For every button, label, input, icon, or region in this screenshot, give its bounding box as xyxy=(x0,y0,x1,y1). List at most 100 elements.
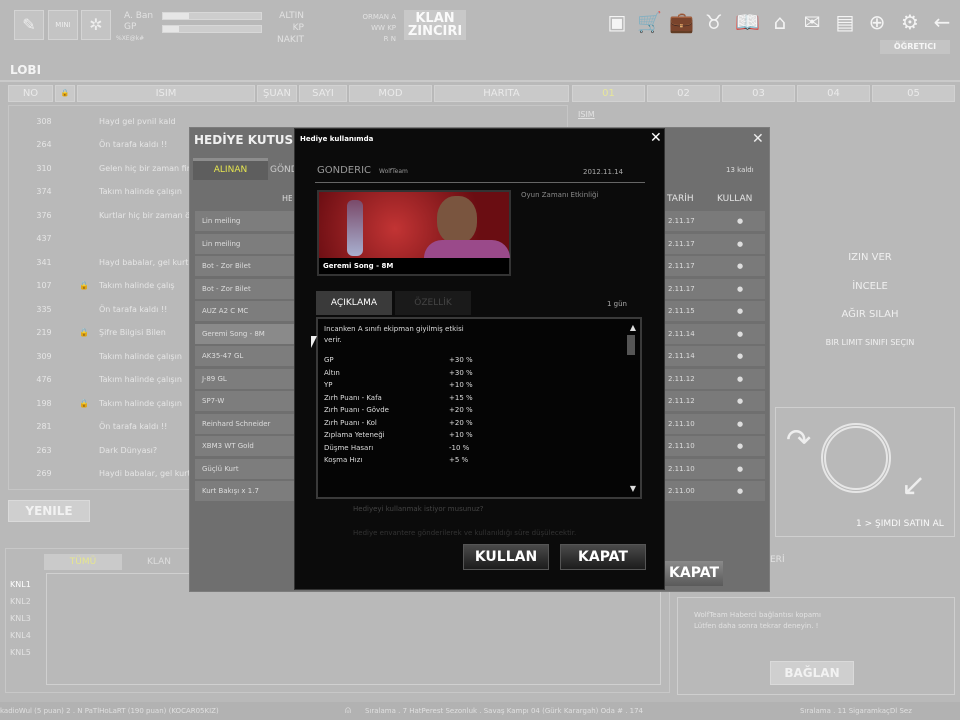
mini-icon[interactable]: MINI xyxy=(48,10,78,40)
scroll-down-icon[interactable]: ▼ xyxy=(630,484,636,493)
clan-icon[interactable]: ⌂ xyxy=(768,10,792,34)
channel-4[interactable]: KNL4 xyxy=(10,627,31,644)
gift-count: 13 kaldı xyxy=(726,166,754,174)
use-gift-button[interactable]: ● xyxy=(715,369,765,389)
book-icon[interactable]: 📖 xyxy=(735,10,760,34)
room-number: 335 xyxy=(36,304,52,314)
use-gift-button[interactable]: ● xyxy=(715,234,765,254)
refresh-button[interactable]: YENILE xyxy=(8,500,90,522)
use-gift-button[interactable]: ● xyxy=(715,346,765,366)
wolf-icon[interactable]: ♉ xyxy=(702,10,726,34)
channel-tab-04[interactable]: 04 xyxy=(797,85,870,102)
col-lock[interactable]: 🔒 xyxy=(55,85,75,102)
gift-row[interactable]: SP7-W xyxy=(195,391,295,411)
scrollbar-thumb[interactable] xyxy=(627,335,635,355)
globe-search-icon[interactable]: ⊕ xyxy=(865,10,889,34)
mail-icon[interactable]: ✉ xyxy=(800,10,824,34)
profile-folder-icon[interactable]: ▤ xyxy=(833,10,857,34)
room-name: Hayd babalar, gel kurt xyxy=(99,257,189,267)
item-name: Geremi Song - 8M xyxy=(319,258,509,274)
use-gift-button[interactable]: ● xyxy=(715,256,765,276)
gift-row[interactable]: AK35-47 GL xyxy=(195,346,295,366)
channel-tab-03[interactable]: 03 xyxy=(722,85,795,102)
stat-value: +5 % xyxy=(449,456,469,464)
channel-1[interactable]: KNL1 xyxy=(10,576,31,593)
gift-row[interactable]: Reinhard Schneider xyxy=(195,413,295,434)
room-name: Şifre Bilgisi Bilen xyxy=(99,328,166,337)
dialog-close-icon[interactable]: ✕ xyxy=(650,130,662,146)
close-button[interactable]: KAPAT xyxy=(560,544,646,570)
allow-button[interactable]: IZIN VER xyxy=(800,252,940,263)
mini-label: ORMAN xyxy=(362,13,389,21)
cart-icon[interactable]: 🛒 xyxy=(637,10,662,34)
channel-5[interactable]: KNL5 xyxy=(10,644,31,661)
back-arrow-icon[interactable]: ← xyxy=(930,10,954,34)
heavy-weapon-button[interactable]: AĞIR SILAH xyxy=(800,309,940,320)
use-gift-button[interactable]: ● xyxy=(715,481,765,501)
gift-row[interactable]: Lin meiling xyxy=(195,233,295,254)
col-mode[interactable]: MOD xyxy=(349,85,432,102)
tab-received[interactable]: ALINAN xyxy=(193,158,268,180)
col-map[interactable]: HARITA xyxy=(434,85,569,102)
level-label: A. Ban xyxy=(124,11,154,21)
description-box[interactable]: Incanken A sınıfı ekipman giyilmiş etkis… xyxy=(316,317,642,499)
gift-row[interactable]: AUZ A2 C MC xyxy=(195,301,295,321)
use-gift-button[interactable]: ● xyxy=(715,414,765,434)
room-number: 107 xyxy=(36,281,52,290)
use-gift-button[interactable]: ● xyxy=(715,211,765,231)
use-gift-button[interactable]: ● xyxy=(715,459,765,479)
tutorial-button[interactable]: ÖĞRETICI xyxy=(880,40,950,54)
promo-banner[interactable]: ↷ ↙ 1 > ŞIMDI SATIN AL xyxy=(775,407,955,537)
col-current[interactable]: ŞUAN xyxy=(257,85,297,102)
scroll-up-icon[interactable]: ▲ xyxy=(630,323,636,332)
chat-tab-all[interactable]: TÜMÜ xyxy=(44,554,122,570)
use-gift-button[interactable]: ● xyxy=(715,391,765,411)
character-figure xyxy=(347,200,363,256)
col-count[interactable]: SAYI xyxy=(299,85,347,102)
channel-3[interactable]: KNL3 xyxy=(10,610,31,627)
use-gift-button[interactable]: ● xyxy=(715,324,765,344)
gallery-icon[interactable]: ▣ xyxy=(605,10,629,34)
chat-tab-clan[interactable]: KLAN xyxy=(124,554,194,570)
class-limit-button[interactable]: BIR LIMIT SINIFI SEÇIN xyxy=(800,338,940,347)
tab-description[interactable]: AÇIKLAMA xyxy=(316,291,392,315)
gift-box-title: HEDİYE KUTUSU xyxy=(194,133,303,147)
event-label: Oyun Zamanı Etkinliği xyxy=(521,191,599,199)
channel-tab-05[interactable]: 05 xyxy=(872,85,955,102)
connect-button[interactable]: BAĞLAN xyxy=(770,661,854,685)
col-no[interactable]: NO xyxy=(8,85,53,102)
gift-row[interactable]: Bot - Zor Bilet xyxy=(195,278,295,299)
use-gift-button[interactable]: ● xyxy=(715,279,765,299)
tab-properties[interactable]: ÖZELLİK xyxy=(395,291,471,315)
use-gift-button[interactable]: ● xyxy=(715,301,765,321)
gift-row[interactable]: XBM3 WT Gold xyxy=(195,436,295,456)
gift-row[interactable]: Güçlü Kurt xyxy=(195,458,295,479)
channel-2[interactable]: KNL2 xyxy=(10,593,31,610)
stat-row: Zırh Puanı - Kol +20 % xyxy=(324,417,634,430)
gear-icon[interactable]: ⚙ xyxy=(898,10,922,34)
gift-row[interactable]: Kurt Bakışı x 1.7 xyxy=(195,481,295,501)
gift-use-dialog: Hediye kullanımda ✕ GONDERIC WolfTeam 20… xyxy=(294,128,665,590)
tab-sent[interactable]: GÖNDERİLEN xyxy=(270,161,295,180)
arrow-icon: ↙ xyxy=(901,468,927,503)
col-name[interactable]: ISIM xyxy=(77,85,255,102)
edit-icon[interactable]: ✎ xyxy=(14,10,44,40)
stat-value: +10 % xyxy=(449,381,473,389)
gift-row-date-use: 2.11.15 ● xyxy=(665,301,765,321)
gift-row[interactable]: Geremi Song - 8M xyxy=(195,323,295,344)
use-button[interactable]: KULLAN xyxy=(463,544,549,570)
gift-box-close-button[interactable]: KAPAT xyxy=(660,561,723,586)
settings-snowflake-icon[interactable]: ✲ xyxy=(81,10,111,40)
stat-value: +20 % xyxy=(449,406,473,414)
gift-row[interactable]: Lin meiling xyxy=(195,211,295,231)
clan-chain-button[interactable]: KLAN ZINCIRI xyxy=(404,10,466,40)
inventory-icon[interactable]: 💼 xyxy=(669,10,694,34)
use-gift-button[interactable]: ● xyxy=(715,436,765,456)
inspect-button[interactable]: İNCELE xyxy=(800,281,940,292)
buy-now-link[interactable]: 1 > ŞIMDI SATIN AL xyxy=(856,519,944,529)
channel-tab-02[interactable]: 02 xyxy=(647,85,720,102)
gift-close-icon[interactable]: ✕ xyxy=(752,131,764,147)
gift-row[interactable]: J-89 GL xyxy=(195,368,295,389)
gift-row[interactable]: Bot - Zor Bilet xyxy=(195,256,295,276)
channel-tab-01[interactable]: 01 xyxy=(572,85,645,102)
